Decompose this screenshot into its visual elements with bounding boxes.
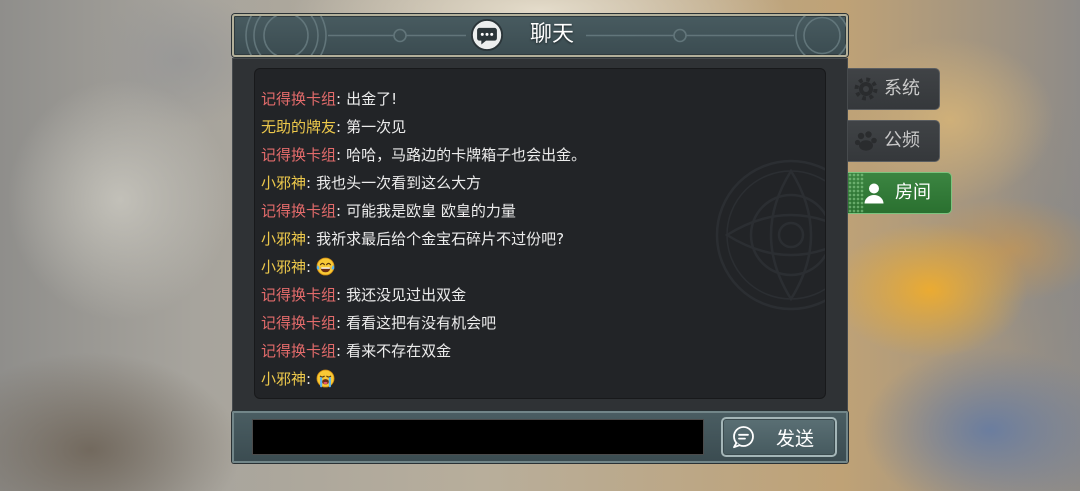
message-separator: : [306, 370, 312, 388]
message-separator: : [336, 286, 342, 304]
message-separator: : [306, 258, 312, 276]
message-text: 我还没见过出双金 [346, 286, 467, 304]
chat-message: 记得换卡组: 我还没见过出双金 [261, 281, 825, 309]
message-separator: : [306, 230, 312, 248]
tab-public-channel[interactable]: 公频 [848, 120, 940, 162]
message-text: 我祈求最后给个金宝石碎片不过份吧? [316, 230, 565, 248]
message-text: 哈哈，马路边的卡牌箱子也会出金。 [346, 146, 587, 164]
chat-input[interactable] [252, 419, 704, 455]
message-sender: 记得换卡组 [261, 314, 337, 332]
message-text: 出金了! [346, 90, 398, 108]
message-text: 第一次见 [346, 118, 407, 136]
message-separator: : [336, 314, 342, 332]
chat-message: 记得换卡组: 看看这把有没有机会吧 [261, 309, 825, 337]
message-separator: : [336, 118, 342, 136]
chat-message: 小邪神: [261, 365, 825, 393]
message-sender: 小邪神 [261, 370, 307, 388]
chat-panel: 记得换卡组: 出金了! 无助的牌友: 第一次见 记得换卡组: 哈哈，马路边的卡牌箱子也… [232, 58, 848, 411]
message-separator: : [336, 202, 342, 220]
message-sender: 小邪神 [261, 258, 307, 276]
person-icon [864, 183, 884, 204]
chat-bubble-icon [733, 426, 754, 449]
tab-label: 房间 [895, 182, 931, 203]
chat-message: 记得换卡组: 出金了! [261, 85, 825, 113]
message-sender: 记得换卡组 [261, 202, 337, 220]
tab-label: 公频 [884, 130, 920, 151]
group-icon [854, 131, 877, 151]
chat-bubble-icon [470, 18, 504, 52]
message-text: 看看这把有没有机会吧 [346, 314, 497, 332]
message-sender: 记得换卡组 [261, 286, 337, 304]
chat-message: 无助的牌友: 第一次见 [261, 113, 825, 141]
page-title: 聊天 [530, 22, 575, 47]
message-separator: : [336, 342, 342, 360]
chat-message: 小邪神: 我也头一次看到这么大方 [261, 169, 825, 197]
send-button[interactable]: 发送 [721, 417, 837, 457]
message-sender: 记得换卡组 [261, 90, 337, 108]
chat-message: 小邪神: [261, 253, 825, 281]
message-text: 看来不存在双金 [346, 342, 452, 360]
chat-input-bar: 发送 [232, 411, 848, 463]
chat-message: 记得换卡组: 可能我是欧皇 欧皇的力量 [261, 197, 825, 225]
message-separator: : [336, 146, 342, 164]
send-button-label: 发送 [776, 427, 815, 450]
tab-room[interactable]: 房间 [848, 172, 952, 214]
message-separator: : [336, 90, 342, 108]
tab-system[interactable]: 系统 [848, 68, 940, 110]
chat-message: 小邪神: 我祈求最后给个金宝石碎片不过份吧? [261, 225, 825, 253]
message-sender: 小邪神 [261, 230, 307, 248]
message-text: 我也头一次看到这么大方 [316, 174, 482, 192]
message-separator: : [306, 174, 312, 192]
chat-log[interactable]: 记得换卡组: 出金了! 无助的牌友: 第一次见 记得换卡组: 哈哈，马路边的卡牌箱子也… [254, 68, 826, 399]
message-sender: 无助的牌友 [261, 118, 337, 136]
tab-label: 系统 [884, 78, 920, 99]
message-sender: 记得换卡组 [261, 146, 337, 164]
tears-of-joy-emoji-icon [316, 257, 335, 276]
message-sender: 记得换卡组 [261, 342, 337, 360]
chat-message: 记得换卡组: 看来不存在双金 [261, 337, 825, 365]
message-sender: 小邪神 [261, 174, 307, 192]
gear-icon [854, 77, 878, 101]
loudly-crying-emoji-icon [316, 369, 335, 388]
chat-message: 记得换卡组: 哈哈，马路边的卡牌箱子也会出金。 [261, 141, 825, 169]
message-text: 可能我是欧皇 欧皇的力量 [346, 202, 516, 220]
chat-window-header: 聊天 [232, 14, 848, 57]
